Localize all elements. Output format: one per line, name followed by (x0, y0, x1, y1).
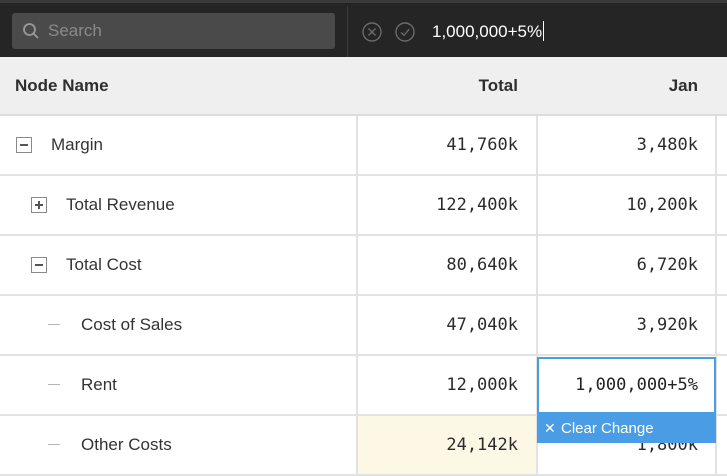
node-name-cell[interactable]: Margin (0, 116, 356, 174)
node-name: Other Costs (81, 435, 172, 454)
formula-bar[interactable]: 1,000,000+5% (432, 19, 545, 45)
next-column-edge (715, 176, 727, 234)
node-name-cell[interactable]: Rent (0, 356, 356, 414)
node-name-cell[interactable]: Total Revenue (0, 176, 356, 234)
formula-text: 1,000,000+5% (432, 22, 543, 41)
next-column-edge (715, 296, 727, 354)
check-circle-icon[interactable] (395, 22, 415, 42)
node-name-cell[interactable]: Other Costs (0, 416, 356, 474)
leaf-dash-icon (48, 444, 60, 445)
leaf-dash-icon (48, 324, 60, 325)
table-row[interactable]: Cost of Sales 47,040k 3,920k (0, 296, 727, 356)
jan-cell[interactable]: 6,720k (536, 236, 716, 294)
total-cell[interactable]: 47,040k (356, 296, 536, 354)
search-input[interactable] (48, 13, 328, 49)
total-cell[interactable]: 41,760k (356, 116, 536, 174)
node-name: Total Cost (66, 255, 142, 274)
toolbar-divider (347, 6, 348, 60)
next-column-edge (715, 356, 727, 414)
jan-cell[interactable]: 10,200k (536, 176, 716, 234)
search-box[interactable] (12, 13, 335, 49)
node-name-cell[interactable]: Total Cost (0, 236, 356, 294)
text-cursor (543, 21, 545, 41)
node-name: Cost of Sales (81, 315, 183, 334)
collapse-icon[interactable] (31, 257, 47, 273)
column-header-jan[interactable]: Jan (536, 57, 698, 114)
node-name-cell[interactable]: Cost of Sales (0, 296, 356, 354)
total-cell-changed[interactable]: 24,142k (356, 416, 536, 474)
grid-header: Node Name Total Jan (0, 57, 727, 116)
node-name: Margin (51, 135, 103, 154)
total-cell[interactable]: 122,400k (356, 176, 536, 234)
table-row[interactable]: Total Revenue 122,400k 10,200k (0, 176, 727, 236)
jan-cell[interactable]: 3,920k (536, 296, 716, 354)
node-name: Total Revenue (66, 195, 175, 214)
column-header-total[interactable]: Total (356, 57, 518, 114)
cell-editor-input[interactable]: 1,000,000+5% (537, 357, 716, 414)
close-icon: ✕ (544, 420, 556, 436)
leaf-dash-icon (48, 384, 60, 385)
search-icon (22, 22, 40, 40)
next-column-edge (715, 416, 727, 474)
node-name: Rent (81, 375, 117, 394)
collapse-icon[interactable] (16, 137, 32, 153)
clear-change-button[interactable]: ✕ Clear Change (537, 414, 716, 443)
expand-icon[interactable] (31, 197, 47, 213)
formula-toolbar: 1,000,000+5% (0, 0, 727, 60)
next-column-edge (715, 236, 727, 294)
table-row[interactable]: Margin 41,760k 3,480k (0, 116, 727, 176)
jan-cell[interactable]: 3,480k (536, 116, 716, 174)
total-cell[interactable]: 80,640k (356, 236, 536, 294)
table-row[interactable]: Total Cost 80,640k 6,720k (0, 236, 727, 296)
column-header-node-name[interactable]: Node Name (15, 57, 109, 114)
x-circle-icon[interactable] (362, 22, 382, 42)
total-cell[interactable]: 12,000k (356, 356, 536, 414)
clear-change-label: Clear Change (561, 420, 654, 437)
next-column-edge (715, 116, 727, 174)
